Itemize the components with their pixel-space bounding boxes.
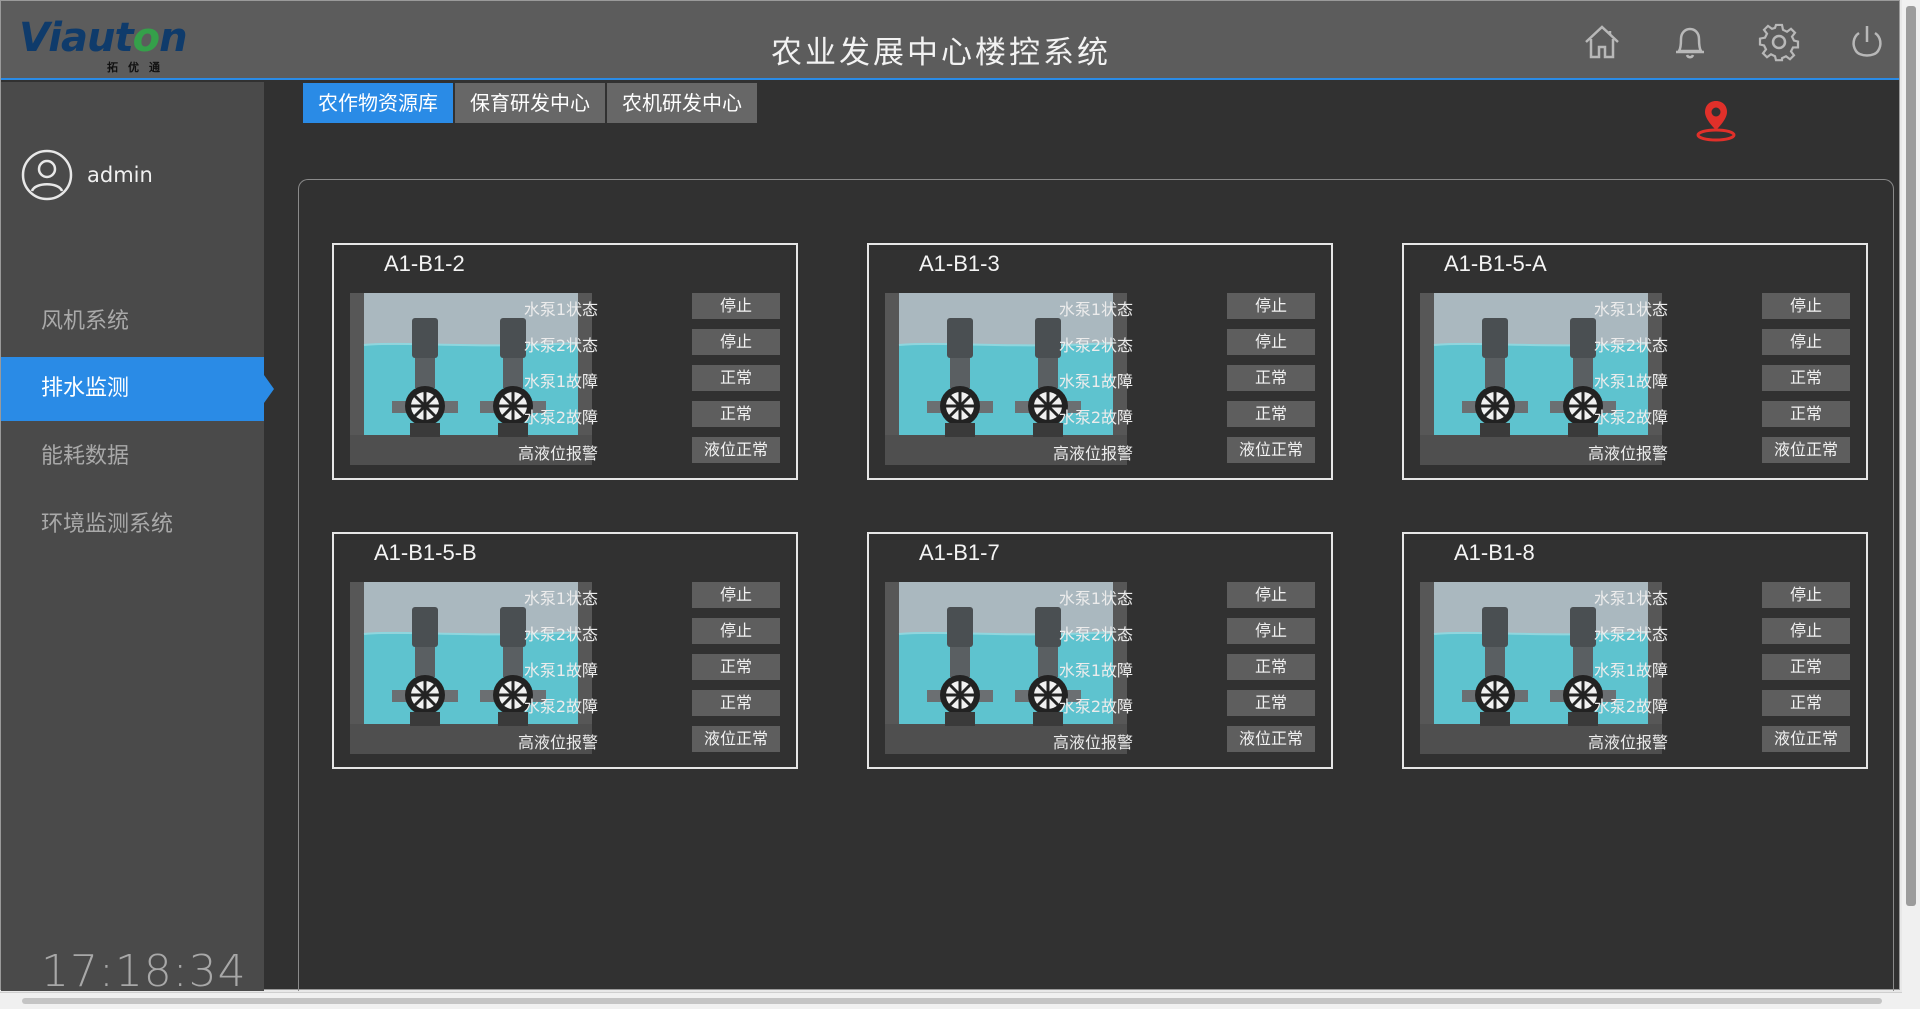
status-value: 正常 bbox=[692, 365, 780, 391]
pump-station-card: A1-B1-2 水泵1状态 停止 水泵2状态 停止 水泵1故障 正常 水泵2故障… bbox=[332, 243, 798, 480]
status-label: 水泵1故障 bbox=[1058, 661, 1133, 680]
status-value: 液位正常 bbox=[1227, 437, 1315, 463]
card-title: A1-B1-8 bbox=[1454, 540, 1535, 565]
gear-icon[interactable] bbox=[1758, 21, 1800, 63]
status-label: 高液位报警 bbox=[517, 444, 598, 463]
status-value: 停止 bbox=[1762, 618, 1850, 644]
pump-station-card: A1-B1-7 水泵1状态 停止 水泵2状态 停止 水泵1故障 正常 水泵2故障… bbox=[867, 532, 1333, 769]
clock: 17:18:34 bbox=[41, 946, 247, 997]
status-label: 水泵1故障 bbox=[1058, 372, 1133, 391]
status-label: 水泵1状态 bbox=[1593, 300, 1668, 319]
status-label: 水泵2状态 bbox=[1058, 336, 1133, 355]
status-value: 停止 bbox=[692, 293, 780, 319]
status-label: 水泵1状态 bbox=[523, 300, 598, 319]
horizontal-scrollbar-thumb[interactable] bbox=[22, 998, 1882, 1004]
status-value: 液位正常 bbox=[1227, 726, 1315, 752]
status-label: 水泵2状态 bbox=[1593, 625, 1668, 644]
app-window: Viauton 拓优通 农业发展中心楼控系统 admin 风机系统 排水监测 能… bbox=[0, 0, 1900, 997]
vertical-scrollbar-thumb[interactable] bbox=[1906, 6, 1916, 906]
status-value: 正常 bbox=[1762, 401, 1850, 427]
status-label: 高液位报警 bbox=[1587, 444, 1668, 463]
status-label: 水泵1故障 bbox=[523, 661, 598, 680]
status-label: 水泵2状态 bbox=[523, 625, 598, 644]
status-value: 正常 bbox=[1227, 690, 1315, 716]
home-icon[interactable] bbox=[1581, 21, 1623, 63]
status-value: 停止 bbox=[1227, 329, 1315, 355]
status-label: 水泵1状态 bbox=[1593, 589, 1668, 608]
user-profile[interactable]: admin bbox=[21, 148, 153, 202]
status-label: 水泵1故障 bbox=[523, 372, 598, 391]
sidebar-item-fan-system[interactable]: 风机系统 bbox=[1, 290, 264, 354]
status-value: 正常 bbox=[1762, 690, 1850, 716]
status-value: 停止 bbox=[1227, 293, 1315, 319]
pump-station-card: A1-B1-3 水泵1状态 停止 水泵2状态 停止 水泵1故障 正常 水泵2故障… bbox=[867, 243, 1333, 480]
status-value: 正常 bbox=[1762, 654, 1850, 680]
status-value: 停止 bbox=[1762, 582, 1850, 608]
status-label: 高液位报警 bbox=[517, 733, 598, 752]
status-value: 停止 bbox=[1227, 582, 1315, 608]
horizontal-scrollbar[interactable] bbox=[0, 992, 1902, 1009]
user-avatar-icon bbox=[21, 149, 73, 201]
card-title: A1-B1-5-B bbox=[374, 540, 477, 565]
status-value: 停止 bbox=[692, 329, 780, 355]
status-label: 水泵2故障 bbox=[1058, 408, 1133, 427]
status-label: 水泵2状态 bbox=[1593, 336, 1668, 355]
status-label: 水泵2故障 bbox=[523, 408, 598, 427]
power-icon[interactable] bbox=[1846, 21, 1888, 63]
status-value: 停止 bbox=[692, 582, 780, 608]
header-bar: Viauton 拓优通 农业发展中心楼控系统 bbox=[1, 1, 1899, 80]
status-value: 液位正常 bbox=[692, 726, 780, 752]
bell-icon[interactable] bbox=[1669, 21, 1711, 63]
status-value: 正常 bbox=[692, 401, 780, 427]
card-title: A1-B1-5-A bbox=[1444, 251, 1547, 276]
status-value: 正常 bbox=[1227, 365, 1315, 391]
card-title: A1-B1-2 bbox=[384, 251, 465, 276]
status-label: 水泵1状态 bbox=[1058, 589, 1133, 608]
status-value: 停止 bbox=[1762, 293, 1850, 319]
status-value: 正常 bbox=[1227, 401, 1315, 427]
status-value: 正常 bbox=[1227, 654, 1315, 680]
status-label: 高液位报警 bbox=[1587, 733, 1668, 752]
status-label: 高液位报警 bbox=[1052, 444, 1133, 463]
sidebar: admin 风机系统 排水监测 能耗数据 环境监测系统 17:18:34 bbox=[1, 82, 274, 997]
status-label: 水泵2故障 bbox=[1058, 697, 1133, 716]
status-label: 水泵1状态 bbox=[523, 589, 598, 608]
status-value: 正常 bbox=[692, 654, 780, 680]
status-value: 停止 bbox=[1227, 618, 1315, 644]
status-label: 水泵1故障 bbox=[1593, 661, 1668, 680]
pump-station-card: A1-B1-5-B 水泵1状态 停止 水泵2状态 停止 水泵1故障 正常 水泵2… bbox=[332, 532, 798, 769]
vertical-scrollbar[interactable] bbox=[1902, 0, 1920, 1009]
username: admin bbox=[87, 163, 153, 187]
tab-bar: 农作物资源库 保育研发中心 农机研发中心 bbox=[303, 83, 757, 123]
sidebar-item-energy-data[interactable]: 能耗数据 bbox=[1, 425, 264, 489]
status-label: 水泵2故障 bbox=[1593, 408, 1668, 427]
status-value: 液位正常 bbox=[692, 437, 780, 463]
status-label: 水泵2状态 bbox=[1058, 625, 1133, 644]
card-title: A1-B1-7 bbox=[919, 540, 1000, 565]
status-label: 水泵1故障 bbox=[1593, 372, 1668, 391]
status-value: 液位正常 bbox=[1762, 726, 1850, 752]
status-value: 液位正常 bbox=[1762, 437, 1850, 463]
status-value: 停止 bbox=[692, 618, 780, 644]
sidebar-item-drainage-monitoring[interactable]: 排水监测 bbox=[1, 357, 274, 421]
status-label: 水泵2故障 bbox=[523, 697, 598, 716]
status-label: 水泵1状态 bbox=[1058, 300, 1133, 319]
tab-crop-resource-library[interactable]: 农作物资源库 bbox=[303, 83, 453, 123]
tab-agri-machinery-rd-center[interactable]: 农机研发中心 bbox=[607, 83, 757, 123]
status-label: 水泵2状态 bbox=[523, 336, 598, 355]
tab-breeding-rd-center[interactable]: 保育研发中心 bbox=[455, 83, 605, 123]
status-label: 高液位报警 bbox=[1052, 733, 1133, 752]
status-label: 水泵2故障 bbox=[1593, 697, 1668, 716]
pump-station-card: A1-B1-8 水泵1状态 停止 水泵2状态 停止 水泵1故障 正常 水泵2故障… bbox=[1402, 532, 1868, 769]
pump-station-card: A1-B1-5-A 水泵1状态 停止 水泵2状态 停止 水泵1故障 正常 水泵2… bbox=[1402, 243, 1868, 480]
location-pin-icon[interactable] bbox=[1693, 97, 1739, 143]
status-value: 停止 bbox=[1762, 329, 1850, 355]
status-value: 正常 bbox=[692, 690, 780, 716]
status-value: 正常 bbox=[1762, 365, 1850, 391]
sidebar-item-environment-monitoring[interactable]: 环境监测系统 bbox=[1, 493, 264, 557]
card-title: A1-B1-3 bbox=[919, 251, 1000, 276]
